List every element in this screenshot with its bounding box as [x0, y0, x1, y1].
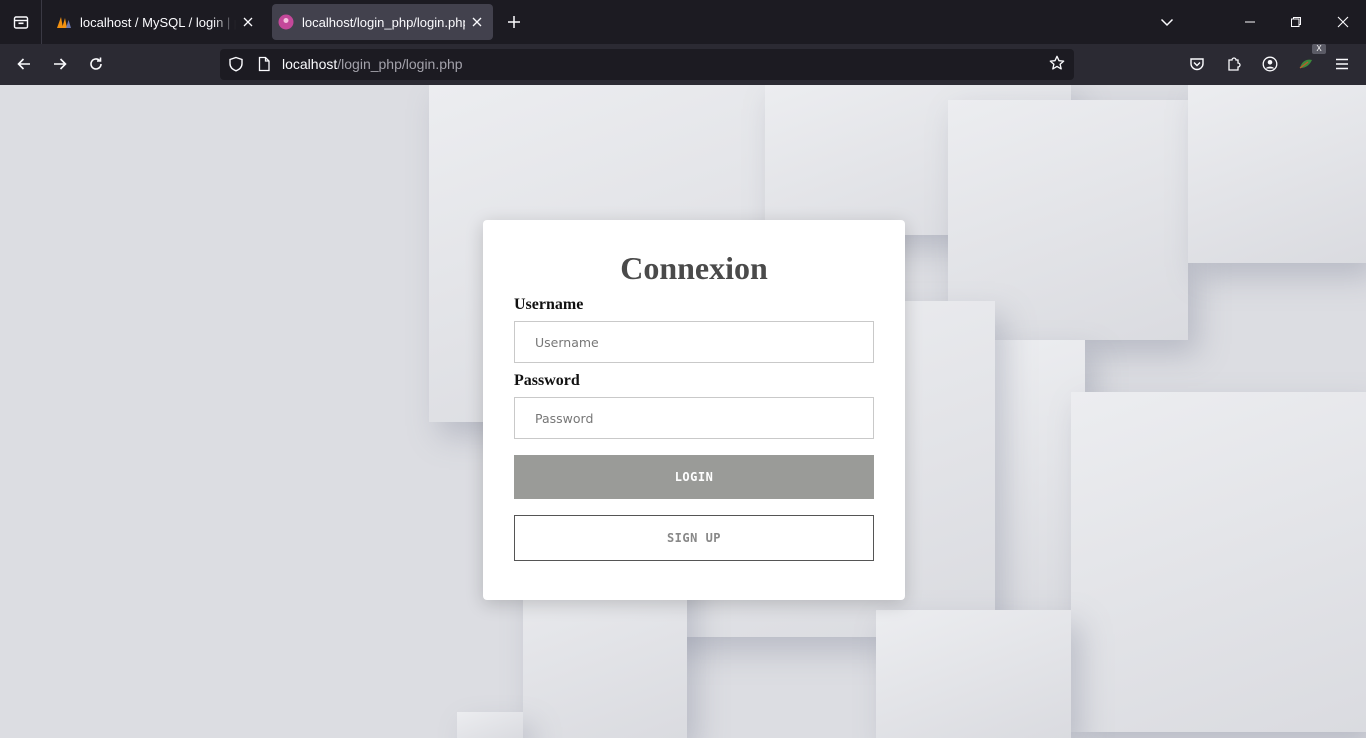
firefox-view-button[interactable] [0, 0, 42, 44]
page-info-icon[interactable] [256, 56, 272, 72]
tab-close-button[interactable] [465, 10, 489, 34]
chevron-down-icon [1160, 18, 1174, 27]
forward-button[interactable] [44, 48, 76, 80]
arrow-right-icon [54, 58, 67, 70]
firefox-view-icon [13, 16, 28, 29]
puzzle-icon [1228, 57, 1241, 71]
extension-button[interactable]: X [1290, 44, 1326, 80]
form-title: Connexion [620, 250, 768, 286]
username-label: Username [514, 296, 584, 313]
restore-icon [1291, 17, 1301, 27]
signup-button[interactable]: SIGN UP [514, 515, 874, 561]
address-bar[interactable]: localhost/login_php/login.php [220, 49, 1074, 80]
plus-icon [508, 16, 520, 28]
url-path: /login_php/login.php [337, 56, 463, 72]
close-icon [1337, 16, 1349, 28]
restore-button[interactable] [1273, 0, 1319, 44]
url-host: localhost [282, 56, 338, 72]
page-favicon-icon [278, 14, 294, 30]
close-icon [472, 17, 482, 27]
account-icon [1262, 56, 1278, 72]
tab-title: localhost / MySQL / login | phpMyAdmin [80, 14, 236, 30]
login-card: Connexion Username Password LOGIN SIGN U… [483, 220, 905, 600]
password-label: Password [514, 372, 580, 389]
url-text[interactable]: localhost/login_php/login.php [282, 56, 463, 72]
extensions-button[interactable] [1218, 48, 1250, 80]
navigation-toolbar: localhost/login_php/login.php X [0, 44, 1366, 85]
hamburger-menu-icon [1336, 58, 1348, 70]
tab-login-page[interactable]: localhost/login_php/login.php [272, 4, 493, 40]
minimize-icon [1245, 21, 1255, 23]
login-button[interactable]: LOGIN [514, 455, 874, 499]
pocket-icon [1190, 58, 1204, 71]
tab-close-button[interactable] [236, 10, 260, 34]
app-menu-button[interactable] [1326, 48, 1358, 80]
shield-icon[interactable] [228, 56, 244, 72]
tab-title: localhost/login_php/login.php [302, 14, 465, 30]
tab-phpmyadmin[interactable]: localhost / MySQL / login | phpMyAdmin [50, 4, 264, 40]
pocket-button[interactable] [1181, 48, 1213, 80]
account-button[interactable] [1254, 48, 1286, 80]
arrow-left-icon [17, 58, 30, 70]
new-tab-button[interactable] [502, 10, 526, 34]
extension-badge: X [1312, 44, 1326, 54]
username-input[interactable] [514, 321, 874, 363]
list-all-tabs-button[interactable] [1144, 0, 1190, 44]
bookmark-star-icon[interactable] [1049, 55, 1065, 71]
extension-icon [1299, 59, 1312, 69]
page-viewport: Connexion Username Password LOGIN SIGN U… [0, 85, 1366, 738]
back-button[interactable] [8, 48, 40, 80]
minimize-button[interactable] [1227, 0, 1273, 44]
reload-button[interactable] [80, 48, 112, 80]
password-input[interactable] [514, 397, 874, 439]
close-icon [243, 17, 253, 27]
reload-icon [90, 57, 102, 70]
tab-strip: localhost / MySQL / login | phpMyAdmin l… [0, 0, 1366, 44]
close-window-button[interactable] [1320, 0, 1366, 44]
phpmyadmin-icon [57, 17, 71, 28]
